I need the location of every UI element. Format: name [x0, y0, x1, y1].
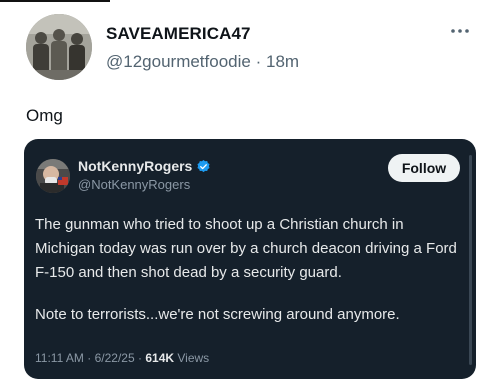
card-scrollbar[interactable] [469, 155, 472, 365]
quoted-post-time[interactable]: 11:11 AM [35, 351, 84, 365]
meta-separator: · [255, 52, 262, 71]
quoted-post-meta: 11:11 AM · 6/22/25 · 614K Views [35, 351, 209, 365]
meta-separator: · [138, 351, 142, 365]
author-meta-line: @12gourmetfoodie · 18m [106, 52, 299, 72]
follow-button[interactable]: Follow [388, 154, 460, 182]
meta-separator: · [87, 351, 92, 365]
quoted-author-avatar[interactable] [36, 159, 70, 193]
author-header: SAVEAMERICA47 @12gourmetfoodie · 18m [106, 24, 299, 72]
tweet-screenshot: SAVEAMERICA47 @12gourmetfoodie · 18m Omg [0, 0, 500, 392]
quoted-post-card[interactable]: NotKennyRogers @NotKennyRogers Follow Th… [24, 139, 476, 379]
quoted-post-body: The gunman who tried to shoot up a Chris… [35, 213, 465, 327]
quoted-author-handle[interactable]: @NotKennyRogers [78, 177, 190, 192]
author-handle[interactable]: @12gourmetfoodie [106, 52, 251, 71]
top-divider [0, 0, 110, 2]
verified-badge-icon [196, 159, 211, 174]
quoted-author-name-row: NotKennyRogers [78, 158, 211, 174]
quoted-author-display-name[interactable]: NotKennyRogers [78, 158, 192, 174]
views-label: Views [177, 351, 210, 365]
post-time-ago[interactable]: 18m [266, 52, 299, 71]
more-horizontal-icon[interactable] [448, 24, 472, 36]
views-count: 614K [145, 351, 175, 365]
author-avatar[interactable] [26, 14, 92, 80]
post-text: Omg [26, 106, 63, 125]
quoted-post-date[interactable]: 6/22/25 [95, 351, 135, 365]
quoted-post-paragraph: Note to terrorists...we're not screwing … [35, 306, 400, 323]
quoted-post-paragraph: The gunman who tried to shoot up a Chris… [35, 216, 457, 281]
author-display-name[interactable]: SAVEAMERICA47 [106, 24, 299, 44]
